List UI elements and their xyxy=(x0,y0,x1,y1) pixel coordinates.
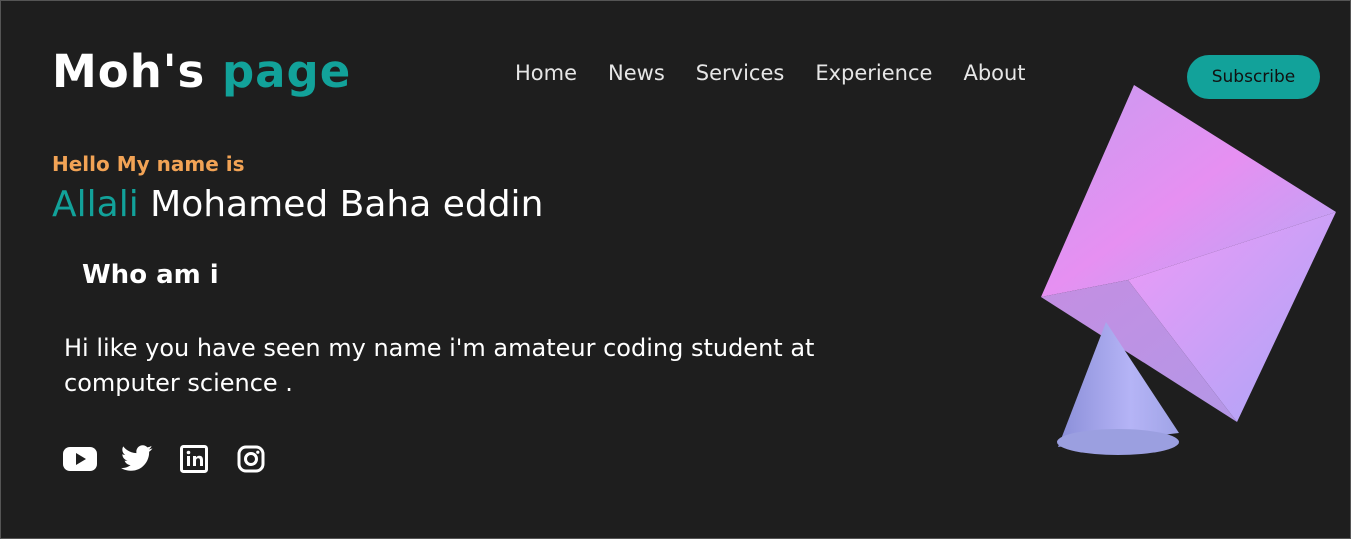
first-name: Allali xyxy=(52,184,139,225)
twitter-icon[interactable] xyxy=(118,442,155,475)
linkedin-icon[interactable] xyxy=(175,442,212,475)
logo-main-text: Moh's xyxy=(52,45,206,98)
bio-text: Hi like you have seen my name i'm amateu… xyxy=(64,334,815,397)
octahedron-shape xyxy=(1041,85,1336,422)
site-logo[interactable]: Moh's page xyxy=(52,45,351,98)
3d-shapes-illustration xyxy=(1041,85,1336,455)
nav-home[interactable]: Home xyxy=(515,61,577,85)
instagram-icon[interactable] xyxy=(232,442,269,475)
main-nav: Home News Services Experience About xyxy=(515,61,1026,85)
social-links xyxy=(61,442,269,475)
section-title: Who am i xyxy=(82,260,219,290)
nav-services[interactable]: Services xyxy=(696,61,785,85)
youtube-icon[interactable] xyxy=(61,442,98,475)
nav-news[interactable]: News xyxy=(608,61,665,85)
nav-about[interactable]: About xyxy=(963,61,1025,85)
nav-experience[interactable]: Experience xyxy=(815,61,932,85)
greeting-text: Hello My name is xyxy=(52,152,245,176)
last-name: Mohamed Baha eddin xyxy=(150,184,544,225)
logo-accent-text: page xyxy=(221,45,352,98)
full-name-heading: Allali Mohamed Baha eddin xyxy=(52,184,543,225)
